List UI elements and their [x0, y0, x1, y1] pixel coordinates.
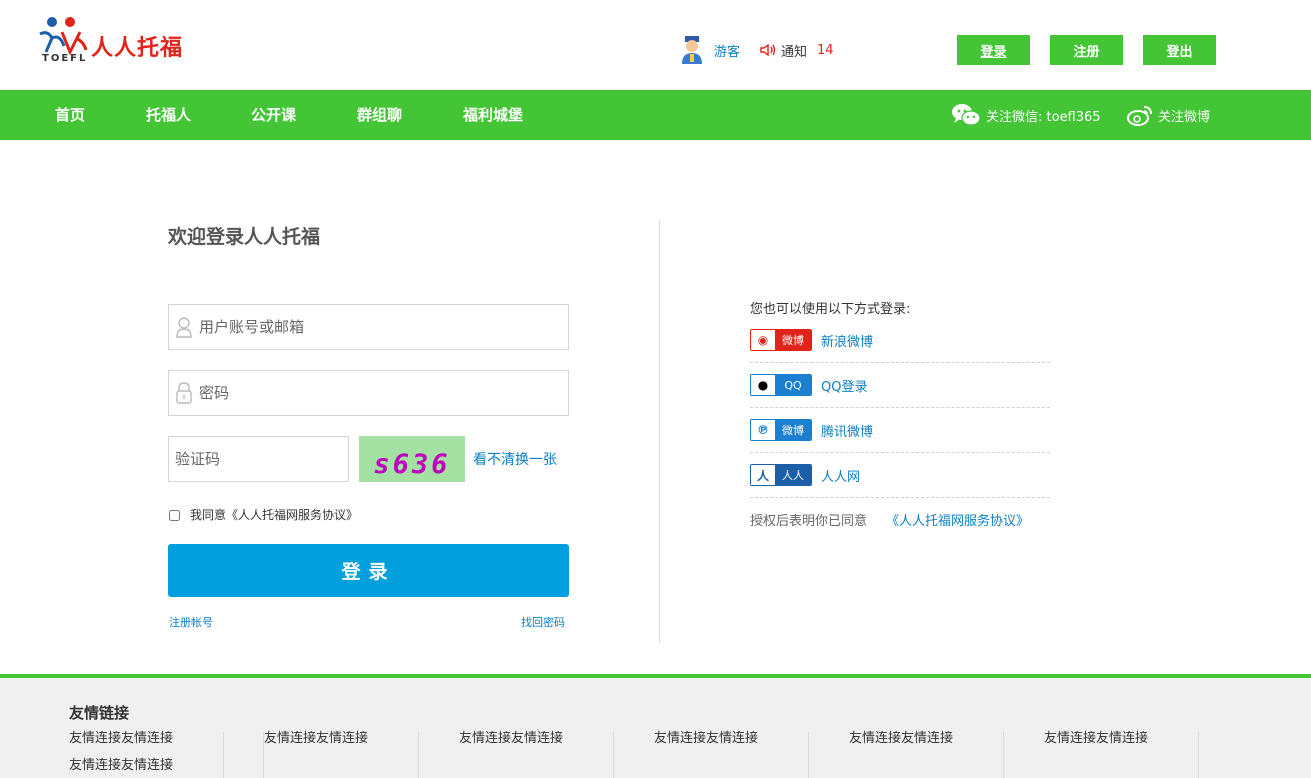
column-divider	[223, 732, 224, 778]
login-sina-weibo[interactable]: ◉ 微博 新浪微博	[750, 318, 1050, 363]
submit-login-button[interactable]: 登录	[168, 544, 569, 597]
renren-badge-icon: 人 人人	[750, 464, 812, 486]
weibo-icon	[1127, 106, 1152, 126]
refresh-captcha-link[interactable]: 看不清换一张	[473, 449, 557, 469]
login-title: 欢迎登录人人托福	[168, 226, 321, 248]
alt-login-title: 您也可以使用以下方式登录:	[750, 302, 911, 317]
captcha-input[interactable]	[175, 450, 335, 468]
nav-item-home[interactable]: 首页	[55, 90, 85, 140]
footer: 友情链接 友情连接友情连接 友情连接友情连接 友情连接友情连接 友情连接友情连接…	[0, 678, 1311, 778]
captcha-image[interactable]: s636	[359, 436, 465, 482]
friend-link[interactable]: 友情连接友情连接	[69, 759, 263, 772]
friend-link[interactable]: 友情连接友情连接	[849, 732, 1003, 745]
header: 人人托福 TOEFL 游客 通知 14 登录 注册 登出	[0, 0, 1311, 90]
friend-links-column: 友情连接友情连接	[654, 732, 809, 778]
qq-badge-icon: ● QQ	[750, 374, 812, 396]
friend-links-title: 友情链接	[69, 704, 130, 722]
weibo-label: 关注微博	[1158, 109, 1211, 125]
sina-weibo-badge-icon: ◉ 微博	[750, 329, 812, 351]
captcha-field	[168, 436, 349, 482]
nav-item-open-class[interactable]: 公开课	[251, 90, 296, 140]
logo-text: 人人托福	[91, 36, 184, 61]
nav-item-welfare-castle[interactable]: 福利城堡	[463, 90, 523, 140]
guest-avatar-icon	[682, 36, 702, 64]
lock-icon	[176, 382, 192, 404]
friend-link[interactable]: 友情连接友情连接	[264, 732, 418, 745]
provider-label: 腾讯微博	[821, 424, 874, 440]
login-renren[interactable]: 人 人人 人人网	[750, 453, 1050, 498]
agree-checkbox[interactable]	[169, 510, 180, 521]
follow-wechat-link[interactable]: 关注微信: toefl365	[951, 101, 1101, 129]
friend-link[interactable]: 友情连接友情连接	[69, 732, 263, 745]
login-tencent-weibo[interactable]: ℗ 微博 腾讯微博	[750, 408, 1050, 453]
main-nav: 首页 托福人 公开课 群组聊 福利城堡 关注微信: toefl365 关注微博	[0, 90, 1311, 140]
user-area: 游客 通知 14	[678, 34, 834, 66]
user-icon	[176, 317, 192, 338]
friend-link[interactable]: 友情连接友情连接	[459, 732, 613, 745]
friend-links-column: 友情连接友情连接	[264, 732, 419, 778]
password-input[interactable]	[199, 384, 539, 402]
agree-label: 我同意《人人托福网服务协议》	[190, 508, 359, 522]
username-input[interactable]	[199, 318, 539, 336]
friend-links-column: 友情连接友情连接 友情连接友情连接	[69, 732, 264, 778]
password-field	[168, 370, 569, 416]
friend-links-column: 友情连接友情连接	[849, 732, 1004, 778]
site-logo[interactable]: 人人托福 TOEFL	[36, 16, 196, 66]
tencent-weibo-badge-icon: ℗ 微博	[750, 419, 812, 441]
friend-link[interactable]: 友情连接友情连接	[654, 732, 808, 745]
service-agreement-link[interactable]: 《人人托福网服务协议》	[886, 510, 1029, 529]
vertical-divider	[659, 220, 660, 643]
nav-item-group-chat[interactable]: 群组聊	[357, 90, 402, 140]
login-button[interactable]: 登录	[957, 35, 1030, 65]
register-button[interactable]: 注册	[1050, 35, 1123, 65]
nav-item-toefl-people[interactable]: 托福人	[146, 90, 191, 140]
forgot-password-link[interactable]: 找回密码	[521, 614, 565, 630]
notice-count-badge: 14	[817, 42, 834, 58]
register-account-link[interactable]: 注册帐号	[169, 614, 213, 630]
username-field	[168, 304, 569, 350]
provider-label: 人人网	[821, 469, 861, 485]
friend-link[interactable]: 友情连接友情连接	[1044, 732, 1198, 745]
guest-link[interactable]: 游客	[714, 41, 740, 60]
logo-subtext: TOEFL	[42, 53, 88, 64]
friend-links-column: 友情连接友情连接	[459, 732, 614, 778]
wechat-icon	[952, 104, 981, 126]
speaker-icon	[760, 43, 776, 57]
wechat-label: 关注微信: toefl365	[986, 109, 1101, 125]
agree-terms: 我同意《人人托福网服务协议》	[169, 506, 358, 523]
provider-label: QQ登录	[821, 379, 868, 395]
notice-link[interactable]: 通知	[781, 41, 807, 60]
auth-note: 授权后表明你已同意	[750, 514, 868, 529]
provider-label: 新浪微博	[821, 334, 874, 350]
logout-button[interactable]: 登出	[1143, 35, 1216, 65]
follow-weibo-link[interactable]: 关注微博	[1126, 101, 1210, 129]
friend-links-column: 友情连接友情连接	[1044, 732, 1199, 778]
login-qq[interactable]: ● QQ QQ登录	[750, 363, 1050, 408]
